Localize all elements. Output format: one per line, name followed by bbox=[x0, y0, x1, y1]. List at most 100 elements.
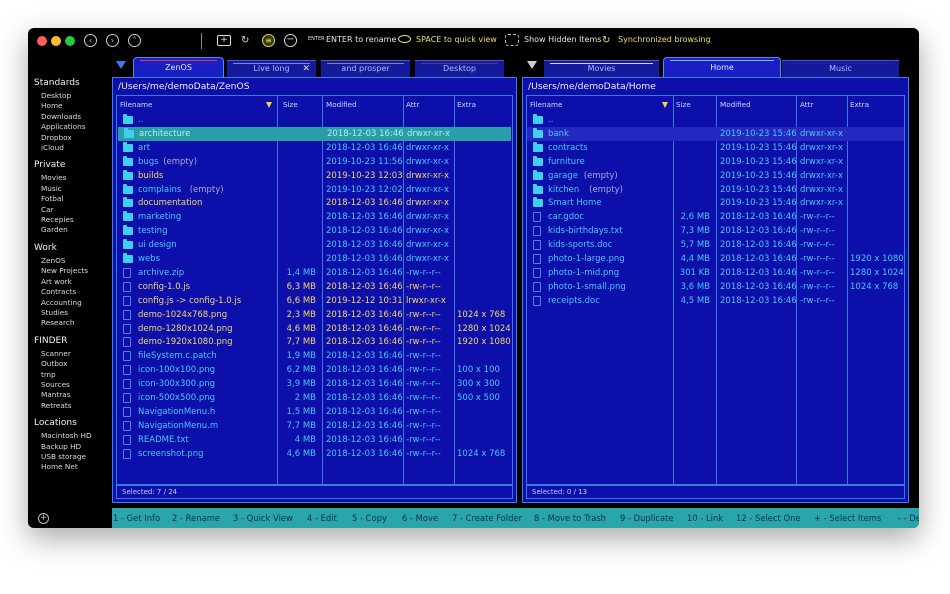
minimize-window-button[interactable] bbox=[51, 36, 61, 46]
file-row[interactable]: art 2018-12-03 16:46 drwxr-xr-x bbox=[117, 141, 512, 155]
add-location-button[interactable]: + bbox=[38, 513, 49, 524]
sidebar-item[interactable]: Recepies bbox=[28, 215, 112, 225]
tab-movies[interactable]: Movies bbox=[544, 60, 659, 77]
sidebar-item[interactable]: Home bbox=[28, 101, 112, 111]
sidebar-item[interactable]: Scanner bbox=[28, 349, 112, 359]
file-row[interactable]: .. bbox=[117, 113, 512, 127]
file-row[interactable]: complains (empty) 2019-10-23 12:02 drwxr-xr… bbox=[117, 183, 512, 197]
file-row[interactable]: architecture 2018-12-03 16:46 drwxr-xr-x bbox=[118, 126, 511, 141]
sidebar-item[interactable]: Fotbal bbox=[28, 194, 112, 204]
sidebar-item[interactable]: ZenOS bbox=[28, 256, 112, 266]
sidebar-item[interactable]: Downloads bbox=[28, 112, 112, 122]
function-key-button[interactable]: 9 - Duplicate bbox=[620, 513, 674, 523]
column-header-extra[interactable]: Extra bbox=[457, 100, 476, 109]
tab-zenos[interactable]: ZenOS bbox=[133, 57, 224, 78]
file-row[interactable]: config-1.0.js 6,3 MB 2018-12-03 16:46 -rw-r… bbox=[117, 280, 512, 294]
file-row[interactable]: README.txt 4 MB 2018-12-03 16:46 -rw-r--r-- bbox=[117, 433, 512, 447]
zoom-window-button[interactable] bbox=[65, 36, 75, 46]
file-row[interactable]: demo-1024x768.png 2,3 MB 2018-12-03 16:46-… bbox=[117, 308, 512, 322]
file-row[interactable]: kitchen (empty) 2019-10-23 15:46 drwxr-xr-x bbox=[527, 183, 904, 197]
file-row[interactable]: bugs (empty) 2019-10-23 11:56 drwxr-xr-x bbox=[117, 155, 512, 169]
file-row[interactable]: furniture 2019-10-23 15:46 drwxr-xr-x bbox=[527, 155, 904, 169]
file-row[interactable]: ui design 2018-12-03 16:46 drwxr-xr-x bbox=[117, 238, 512, 252]
sidebar-item[interactable]: Applications bbox=[28, 122, 112, 132]
file-row[interactable]: kids-sports.doc 5,7 MB 2018-12-03 16:46 -rw… bbox=[527, 238, 904, 252]
tab-music[interactable]: Music bbox=[782, 60, 899, 77]
sidebar-item[interactable]: Home Net bbox=[28, 462, 112, 472]
file-row[interactable]: icon-500x500.png 2 MB 2018-12-03 16:46 -rw-… bbox=[117, 391, 512, 405]
sidebar-item[interactable]: Garden bbox=[28, 225, 112, 235]
tab-desktop[interactable]: Desktop bbox=[415, 60, 504, 77]
tab-close-icon[interactable]: ✕ bbox=[302, 61, 310, 77]
function-key-button[interactable]: 8 - Move to Trash bbox=[534, 513, 606, 523]
function-key-button[interactable]: 5 - Copy bbox=[352, 513, 387, 523]
sidebar-item[interactable]: Car bbox=[28, 205, 112, 215]
function-key-button[interactable]: 10 - Link bbox=[687, 513, 723, 523]
sidebar-item[interactable]: Music bbox=[28, 184, 112, 194]
sidebar-item[interactable]: Macintosh HD bbox=[28, 431, 112, 441]
file-row[interactable]: icon-100x100.png 6,2 MB 2018-12-03 16:46 -r… bbox=[117, 363, 512, 377]
function-key-button[interactable]: 12 - Select One bbox=[736, 513, 801, 523]
sidebar-item[interactable]: Backup HD bbox=[28, 442, 112, 452]
file-row[interactable]: builds 2019-10-23 12:03 drwxr-xr-x bbox=[117, 169, 512, 183]
file-row[interactable]: photo-1-large.png 4,4 MB 2018-12-03 16:46-… bbox=[527, 252, 904, 266]
tab-live-long[interactable]: Live long ✕ bbox=[227, 60, 316, 77]
file-row[interactable]: bank 2019-10-23 15:46 drwxr-xr-x bbox=[527, 126, 904, 141]
column-header-filename[interactable]: Filename bbox=[120, 100, 152, 109]
sidebar-item[interactable]: New Projects bbox=[28, 266, 112, 276]
file-row[interactable]: NavigationMenu.m 7,7 MB 2018-12-03 16:46 -r… bbox=[117, 419, 512, 433]
tab-and-prosper[interactable]: and prosper bbox=[321, 60, 410, 77]
file-row[interactable]: fileSystem.c.patch 1,9 MB 2018-12-03 16:46… bbox=[117, 349, 512, 363]
synchronized-browsing-toggle[interactable]: Synchronized browsing bbox=[618, 35, 711, 44]
function-key-button[interactable]: 6 - Move bbox=[402, 513, 438, 523]
sidebar-item[interactable]: tmp bbox=[28, 370, 112, 380]
refresh-button[interactable]: ↻ bbox=[241, 34, 249, 47]
function-key-button[interactable]: 3 - Quick View bbox=[233, 513, 293, 523]
file-row[interactable]: documentation 2018-12-03 16:46 drwxr-xr-x bbox=[117, 196, 512, 210]
sidebar-item[interactable]: Studies bbox=[28, 308, 112, 318]
file-row[interactable]: archive.zip 1,4 MB 2018-12-03 16:46 -rw-r--… bbox=[117, 266, 512, 280]
file-row[interactable]: photo-1-mid.png 301 KB 2018-12-03 16:46 -rw… bbox=[527, 266, 904, 280]
file-row[interactable]: garage (empty) 2019-10-23 15:46 drwxr-xr-x bbox=[527, 169, 904, 183]
file-row[interactable]: demo-1280x1024.png 4,6 MB 2018-12-03 16:46… bbox=[117, 322, 512, 336]
file-row[interactable]: car.gdoc 2,6 MB 2018-12-03 16:46 -rw-r--r-- bbox=[527, 210, 904, 224]
sidebar-item[interactable]: Movies bbox=[28, 173, 112, 183]
column-header-modified[interactable]: Modified bbox=[720, 100, 751, 109]
file-row[interactable]: config.js -> config-1.0.js 6,6 MB 2019-12-… bbox=[117, 294, 512, 308]
right-tab-menu-icon[interactable] bbox=[527, 61, 537, 69]
file-row[interactable]: kids-birthdays.txt 7,3 MB 2018-12-03 16:46… bbox=[527, 224, 904, 238]
column-header-filename[interactable]: Filename bbox=[530, 100, 562, 109]
file-row[interactable]: demo-1920x1080.png 7,7 MB 2018-12-03 16:46… bbox=[117, 335, 512, 349]
column-header-extra[interactable]: Extra bbox=[850, 100, 869, 109]
left-tab-menu-icon[interactable] bbox=[116, 61, 126, 69]
sidebar-item[interactable]: Research bbox=[28, 318, 112, 328]
file-row[interactable]: icon-300x300.png 3,9 MB 2018-12-03 16:46 -r… bbox=[117, 377, 512, 391]
function-key-button[interactable]: + - Select Items bbox=[814, 513, 881, 523]
remove-button[interactable]: − bbox=[284, 34, 297, 47]
sort-descending-icon[interactable] bbox=[266, 102, 272, 108]
column-header-attr[interactable]: Attr bbox=[406, 100, 419, 109]
sidebar-item[interactable]: Mantras bbox=[28, 390, 112, 400]
file-row[interactable]: marketing 2018-12-03 16:46 drwxr-xr-x bbox=[117, 210, 512, 224]
sidebar-item[interactable]: Art work bbox=[28, 277, 112, 287]
sidebar-item[interactable]: Desktop bbox=[28, 91, 112, 101]
file-row[interactable]: Smart Home 2019-10-23 15:46 drwxr-xr-x bbox=[527, 196, 904, 210]
sort-descending-icon[interactable] bbox=[662, 102, 668, 108]
back-button[interactable]: ‹ bbox=[84, 34, 97, 47]
new-folder-button[interactable]: + bbox=[217, 35, 231, 46]
close-window-button[interactable] bbox=[37, 36, 47, 46]
list-view-button[interactable]: ≡ bbox=[262, 34, 275, 47]
column-header-size[interactable]: Size bbox=[283, 100, 298, 109]
file-row[interactable]: NavigationMenu.h 1,5 MB 2018-12-03 16:46 -r… bbox=[117, 405, 512, 419]
tab-home[interactable]: Home bbox=[663, 57, 781, 78]
function-key-button[interactable]: 4 - Edit bbox=[307, 513, 337, 523]
file-row[interactable]: testing 2018-12-03 16:46 drwxr-xr-x bbox=[117, 224, 512, 238]
column-header-size[interactable]: Size bbox=[676, 100, 691, 109]
sidebar-item[interactable]: Outbox bbox=[28, 359, 112, 369]
sidebar-item[interactable]: iCloud bbox=[28, 143, 112, 153]
sidebar-item[interactable]: Sources bbox=[28, 380, 112, 390]
sidebar-item[interactable]: Dropbox bbox=[28, 133, 112, 143]
file-row[interactable]: contracts 2019-10-23 15:46 drwxr-xr-x bbox=[527, 141, 904, 155]
column-header-attr[interactable]: Attr bbox=[800, 100, 813, 109]
sidebar-item[interactable]: Accounting bbox=[28, 298, 112, 308]
